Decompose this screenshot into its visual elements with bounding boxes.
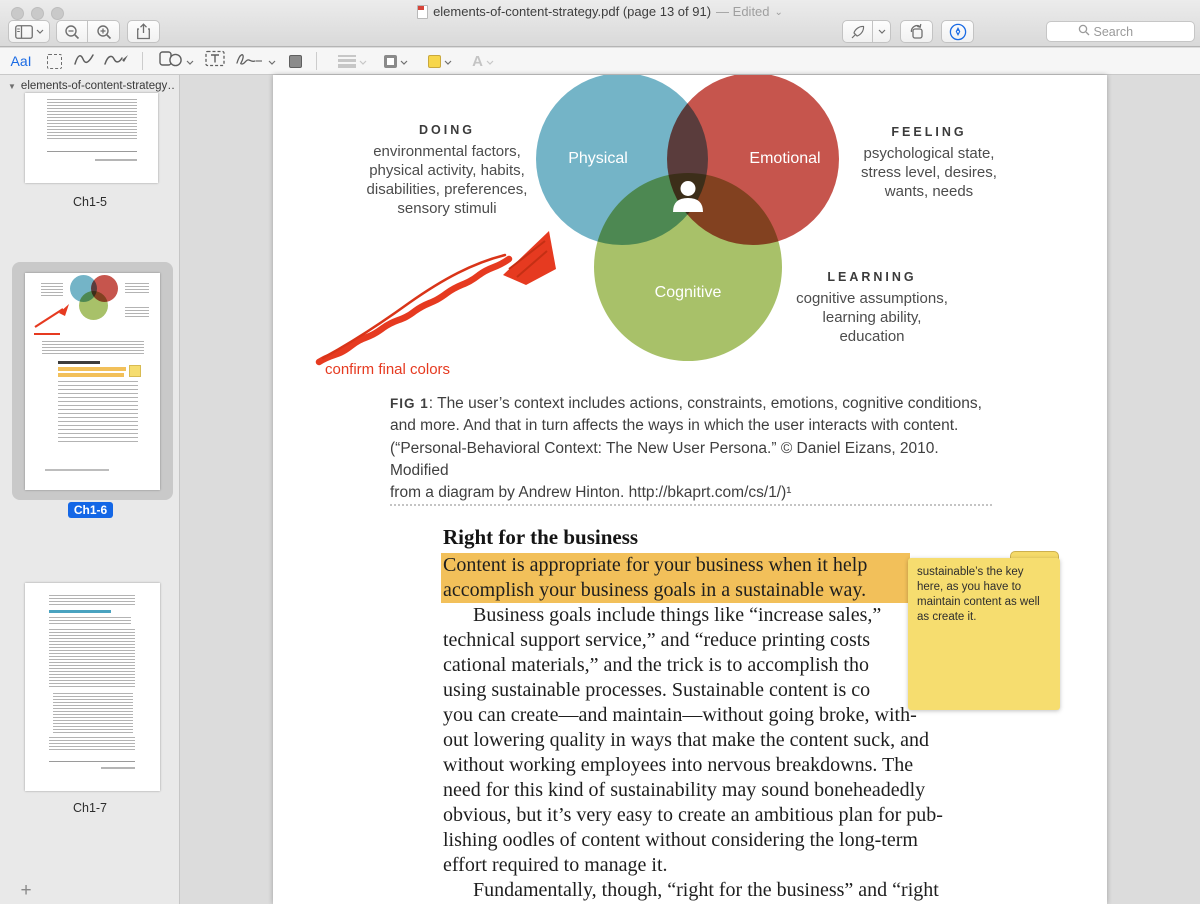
page-thumbnail[interactable] bbox=[25, 273, 160, 490]
page-thumbnail[interactable] bbox=[25, 93, 158, 183]
body-line: obvious, but it’s very easy to create an… bbox=[443, 804, 943, 826]
venn-group-feeling: FEELING psychological state, stress leve… bbox=[819, 125, 1039, 201]
window-title: elements-of-content-strategy.pdf (page 1… bbox=[433, 4, 712, 19]
sidebar-document-row[interactable]: ▼ elements-of-content-strategy… bbox=[8, 80, 176, 92]
preview-window: elements-of-content-strategy.pdf (page 1… bbox=[0, 0, 1200, 904]
line-weight-tool[interactable] bbox=[332, 48, 372, 74]
arrow-annotation-label[interactable]: confirm final colors bbox=[325, 361, 450, 378]
sidebar-toggle-button[interactable] bbox=[8, 20, 50, 43]
rotate-left-icon bbox=[908, 23, 926, 40]
thumbnail-label: Ch1-7 bbox=[72, 801, 108, 815]
sign-tool[interactable] bbox=[233, 48, 277, 74]
document-area[interactable]: Physical Emotional Cognitive DOING envir… bbox=[181, 75, 1200, 904]
sticky-note[interactable]: sustainable’s the key here, as you have … bbox=[908, 558, 1060, 710]
shapes-tool[interactable] bbox=[156, 48, 196, 74]
body-line: need for this kind of sustainability may… bbox=[443, 779, 926, 801]
highlighted-line: Content is appropriate for your business… bbox=[441, 553, 910, 578]
chevron-down-icon bbox=[268, 52, 276, 70]
fill-color-tool[interactable] bbox=[422, 48, 458, 74]
body-line: effort required to manage it. bbox=[443, 854, 668, 876]
note-icon bbox=[288, 54, 302, 68]
shapes-icon bbox=[158, 50, 183, 72]
section-heading: Right for the business bbox=[443, 525, 639, 549]
note-tool[interactable] bbox=[283, 48, 307, 74]
share-button[interactable] bbox=[127, 20, 160, 43]
venn-group-learning: LEARNING cognitive assumptions, learning… bbox=[762, 270, 982, 346]
highlighted-line: accomplish your business goals in a sust… bbox=[441, 578, 910, 603]
pen-icon bbox=[843, 24, 872, 40]
arrow-annotation[interactable] bbox=[313, 225, 563, 370]
body-line: out lowering quality in ways that make t… bbox=[443, 729, 929, 751]
search-input[interactable] bbox=[1093, 24, 1164, 39]
person-icon bbox=[670, 179, 706, 218]
venn-label-emotional: Emotional bbox=[749, 150, 821, 167]
share-icon bbox=[136, 23, 151, 40]
thumbnail-label: Ch1-5 bbox=[72, 195, 108, 209]
chevron-down-icon bbox=[486, 52, 494, 70]
zoom-in-icon bbox=[96, 24, 112, 40]
disclosure-triangle-icon[interactable]: ▼ bbox=[8, 82, 16, 91]
window-title-group: elements-of-content-strategy.pdf (page 1… bbox=[0, 3, 1200, 20]
rotate-button[interactable] bbox=[900, 20, 933, 43]
titlebar: elements-of-content-strategy.pdf (page 1… bbox=[0, 0, 1200, 47]
chevron-down-icon bbox=[444, 52, 452, 70]
toolbar-separator bbox=[316, 52, 317, 70]
venn-label-cognitive: Cognitive bbox=[654, 284, 722, 301]
pen-style-chevron[interactable] bbox=[872, 21, 890, 42]
thumbnail-sidebar: ▼ elements-of-content-strategy… Ch1-5 Ch… bbox=[0, 75, 180, 904]
text-style-icon: A bbox=[472, 52, 483, 70]
sidebar-document-title: elements-of-content-strategy… bbox=[20, 80, 176, 92]
sketch-tool[interactable] bbox=[70, 48, 98, 74]
figure-label: FIG 1 bbox=[390, 396, 429, 411]
signature-icon bbox=[235, 51, 265, 72]
sketch-icon bbox=[73, 51, 95, 72]
border-color-tool[interactable] bbox=[378, 48, 414, 74]
selected-thumbnail-label[interactable]: Ch1-6 bbox=[68, 502, 113, 518]
group-title: LEARNING bbox=[827, 270, 917, 284]
text-selection-tool[interactable]: AaI bbox=[6, 48, 36, 74]
body-line: without working employees into nervous b… bbox=[443, 754, 914, 776]
venn-group-doing: DOING environmental factors, physical ac… bbox=[337, 123, 557, 218]
draw-icon bbox=[103, 51, 129, 72]
markup-toolbar: AaI A bbox=[0, 48, 1200, 75]
body-line: lishing oodles of content without consid… bbox=[443, 829, 918, 851]
title-chevron-icon[interactable]: ⌄ bbox=[775, 7, 783, 18]
chevron-down-icon bbox=[359, 52, 367, 70]
markup-toolbar-toggle-button[interactable] bbox=[941, 20, 974, 43]
text-box-tool[interactable] bbox=[202, 48, 228, 74]
fill-color-icon bbox=[428, 54, 441, 68]
chevron-down-icon bbox=[400, 52, 408, 70]
venn-label-physical: Physical bbox=[568, 150, 628, 167]
text-style-tool[interactable]: A bbox=[466, 48, 500, 74]
dotted-divider bbox=[390, 504, 992, 506]
markup-pen-button[interactable] bbox=[842, 20, 891, 43]
mini-arrow-annotation bbox=[34, 304, 69, 328]
figure-caption: FIG 1: The user’s context includes actio… bbox=[390, 395, 982, 502]
sidebar-icon bbox=[14, 24, 33, 39]
page-thumbnail[interactable] bbox=[25, 583, 160, 791]
toolbar-separator bbox=[142, 52, 143, 70]
zoom-out-icon bbox=[64, 24, 80, 40]
chevron-down-icon bbox=[186, 52, 194, 70]
rect-selection-tool[interactable] bbox=[42, 48, 66, 74]
markup-toggle-icon bbox=[949, 23, 967, 41]
add-page-button[interactable]: + bbox=[16, 881, 36, 901]
chevron-down-icon bbox=[36, 29, 44, 34]
text-box-icon bbox=[205, 50, 225, 72]
search-field[interactable] bbox=[1046, 21, 1195, 42]
document-proxy-icon[interactable] bbox=[417, 4, 429, 19]
window-edited-status: — Edited bbox=[716, 4, 770, 19]
group-title: FEELING bbox=[891, 125, 967, 139]
rect-selection-icon bbox=[46, 53, 62, 69]
group-title: DOING bbox=[419, 123, 475, 137]
line-weight-icon bbox=[337, 53, 356, 70]
body-line: Fundamentally, though, “right for the bu… bbox=[473, 879, 939, 901]
zoom-in-button[interactable] bbox=[88, 20, 120, 43]
zoom-out-button[interactable] bbox=[56, 20, 88, 43]
search-icon bbox=[1078, 23, 1090, 41]
border-color-icon bbox=[384, 54, 397, 68]
text-selection-icon: AaI bbox=[10, 53, 32, 69]
draw-tool[interactable] bbox=[100, 48, 132, 74]
pdf-page: Physical Emotional Cognitive DOING envir… bbox=[273, 75, 1107, 904]
